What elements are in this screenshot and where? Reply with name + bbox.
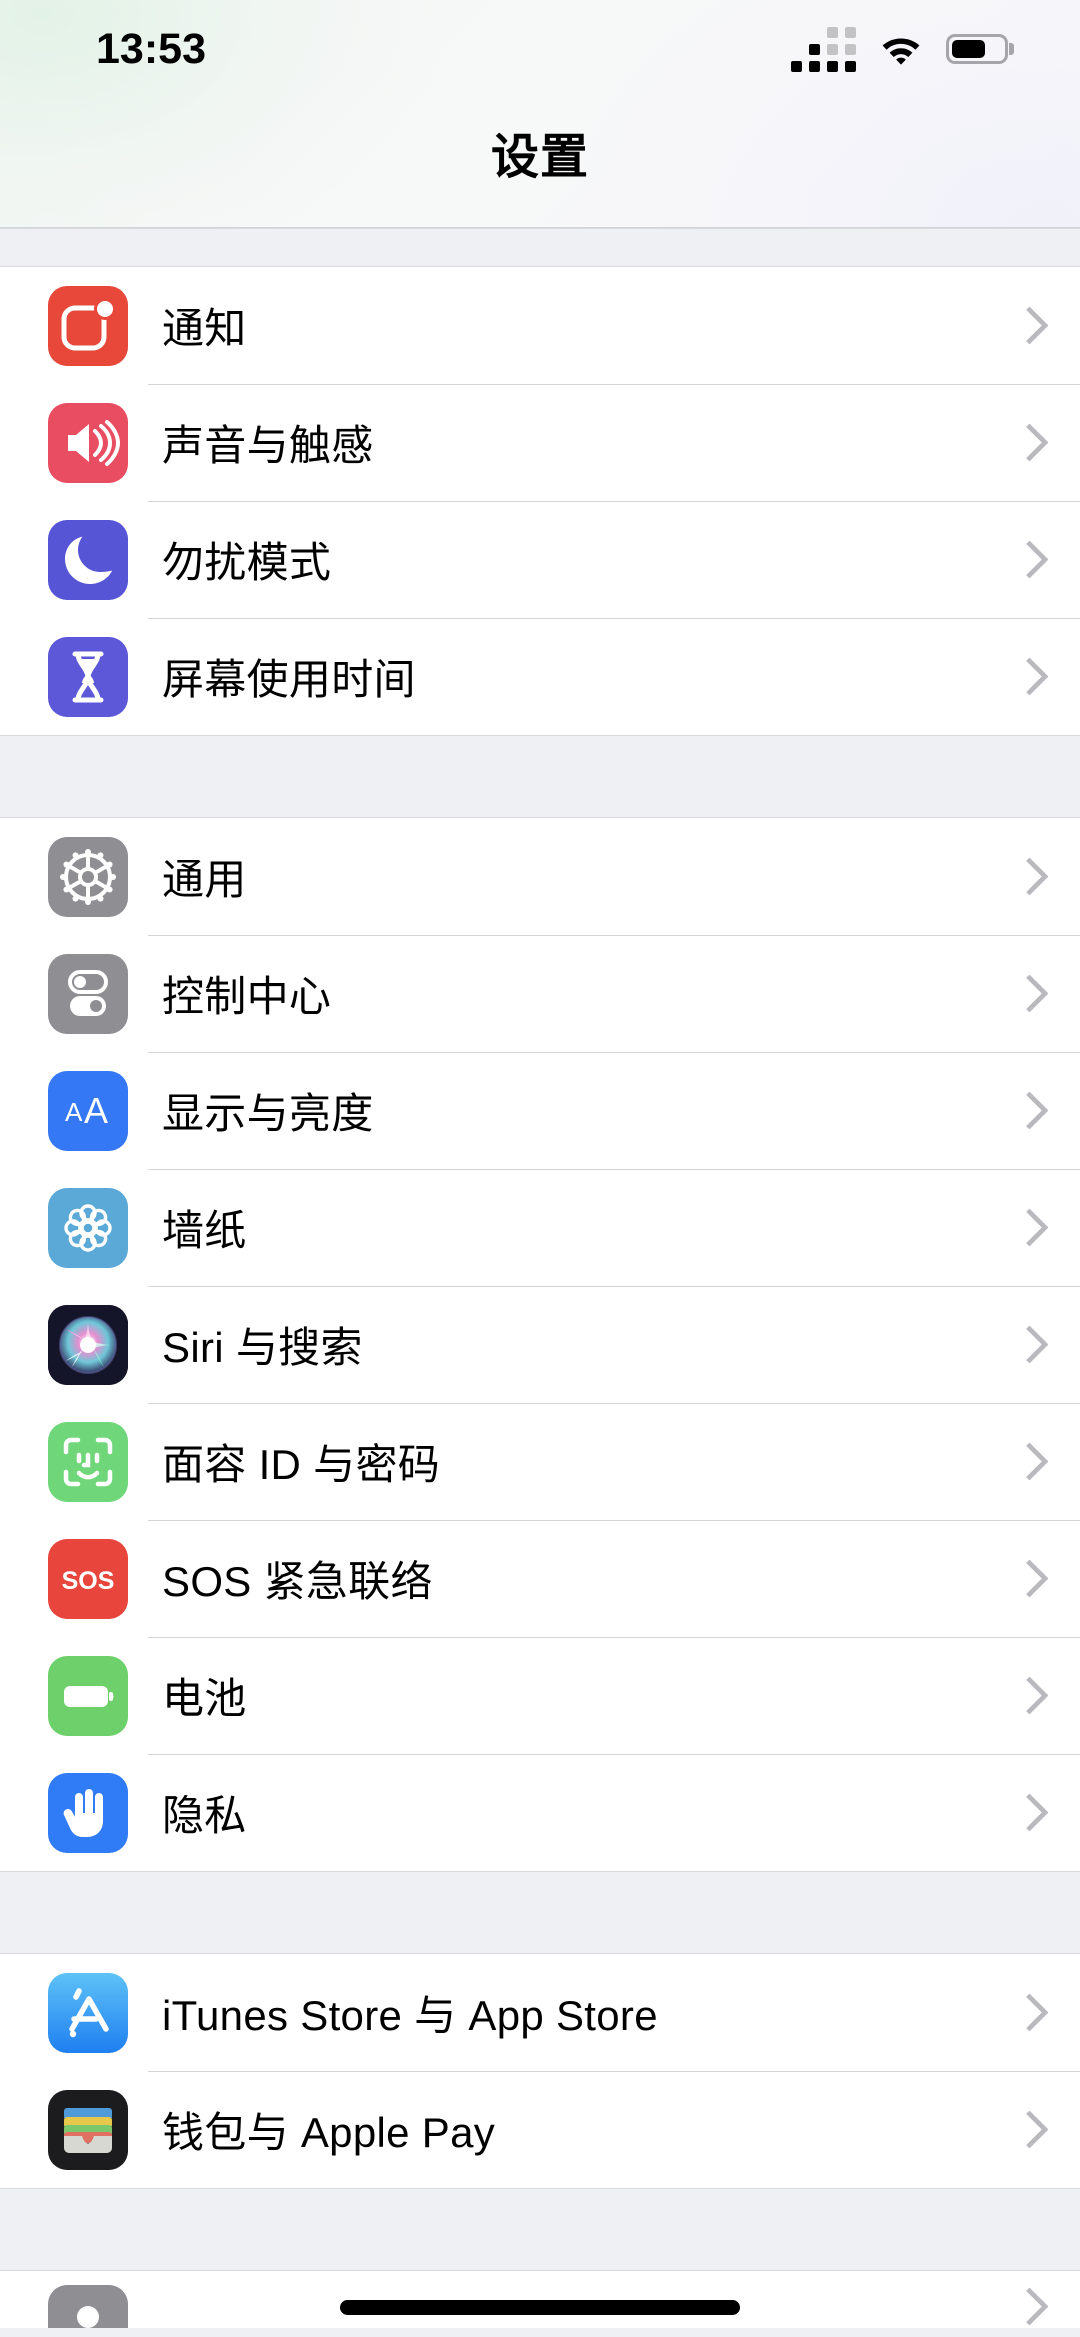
cellular-signal-icon [791, 26, 856, 72]
settings-group-system: 通用 控制中心 A A 显示与亮度 墙纸 Siri 与搜索 面容 ID 与密码 … [0, 818, 1080, 1871]
settings-row-label: 钱包与 Apple Pay [162, 2109, 496, 2156]
battery-icon [946, 34, 1008, 64]
settings-row-label: Siri 与搜索 [162, 1324, 363, 1371]
chevron-right-icon [1014, 304, 1040, 348]
chevron-right-icon [1014, 1206, 1040, 1250]
home-indicator[interactable] [340, 2300, 740, 2315]
header: 13:53 设置 [0, 0, 1080, 228]
group-spacer [0, 228, 1080, 267]
settings-row-label: 墙纸 [162, 1207, 247, 1254]
settings-screen: 13:53 设置 通知 声音与触感 勿扰模式 屏幕使用时间 通用 控制中心 A … [0, 0, 1080, 2337]
group-spacer [0, 1871, 1080, 1954]
screen-time-icon [48, 636, 128, 717]
settings-group-stores: iTunes Store 与 App Store 钱包与 Apple Pay [0, 1954, 1080, 2188]
chevron-right-icon [1014, 1089, 1040, 1133]
chevron-right-icon [1014, 1991, 1040, 2035]
settings-row-label: SOS 紧急联络 [162, 1558, 433, 1605]
settings-row-sounds-haptics[interactable]: 声音与触感 [0, 384, 1080, 501]
app-store-icon [48, 1972, 128, 2053]
chevron-right-icon [1014, 1557, 1040, 1601]
status-bar-time: 13:53 [96, 24, 206, 73]
svg-text:A: A [84, 1090, 108, 1131]
settings-row-label: 显示与亮度 [162, 1090, 374, 1137]
chevron-right-icon [1014, 972, 1040, 1016]
chevron-right-icon [1014, 855, 1040, 899]
group-spacer [0, 735, 1080, 818]
settings-row-itunes-app-store[interactable]: iTunes Store 与 App Store [0, 1954, 1080, 2071]
settings-row-emergency-sos[interactable]: SOS SOS 紧急联络 [0, 1520, 1080, 1637]
chevron-right-icon [1014, 655, 1040, 699]
settings-row-label: 通知 [162, 305, 247, 352]
chevron-right-icon [1014, 1791, 1040, 1835]
face-id-icon [48, 1421, 128, 1502]
settings-row-label: 隐私 [162, 1792, 247, 1839]
svg-text:A: A [65, 1097, 83, 1127]
settings-row-wallpaper[interactable]: 墙纸 [0, 1169, 1080, 1286]
settings-list: 通知 声音与触感 勿扰模式 屏幕使用时间 通用 控制中心 A A 显示与亮度 墙… [0, 228, 1080, 2328]
settings-row-label: 声音与触感 [162, 422, 374, 469]
settings-row-label: 电池 [162, 1675, 247, 1722]
chevron-right-icon [1014, 538, 1040, 582]
settings-row-notifications[interactable]: 通知 [0, 267, 1080, 384]
settings-row-label: 面容 ID 与密码 [162, 1441, 441, 1488]
settings-row-privacy[interactable]: 隐私 [0, 1754, 1080, 1871]
settings-row-label: 通用 [162, 856, 247, 903]
notifications-icon [48, 285, 128, 366]
wallpaper-icon [48, 1187, 128, 1268]
settings-row-label: 屏幕使用时间 [162, 656, 416, 703]
settings-row-label: 勿扰模式 [162, 539, 332, 586]
settings-row-face-id-passcode[interactable]: 面容 ID 与密码 [0, 1403, 1080, 1520]
sounds-haptics-icon [48, 402, 128, 483]
settings-row-siri-search[interactable]: Siri 与搜索 [0, 1286, 1080, 1403]
chevron-right-icon [1014, 1674, 1040, 1718]
chevron-right-icon [1014, 2108, 1040, 2152]
settings-row-screen-time[interactable]: 屏幕使用时间 [0, 618, 1080, 735]
settings-row-do-not-disturb[interactable]: 勿扰模式 [0, 501, 1080, 618]
emergency-sos-icon: SOS [48, 1538, 128, 1619]
passwords-accounts-icon [48, 2285, 128, 2328]
status-bar: 13:53 [0, 0, 1080, 92]
chevron-right-icon [1014, 421, 1040, 465]
do-not-disturb-icon [48, 519, 128, 600]
battery-settings-icon [48, 1655, 128, 1736]
wifi-icon [878, 32, 924, 66]
settings-row-label: 控制中心 [162, 973, 332, 1020]
settings-row-display-brightness[interactable]: A A 显示与亮度 [0, 1052, 1080, 1169]
status-bar-indicators [791, 21, 1008, 72]
settings-row-wallet-apple-pay[interactable]: 钱包与 Apple Pay [0, 2071, 1080, 2188]
siri-search-icon [48, 1304, 128, 1385]
chevron-right-icon [1014, 1440, 1040, 1484]
privacy-hand-icon [48, 1772, 128, 1853]
control-center-icon [48, 953, 128, 1034]
general-gear-icon [48, 836, 128, 917]
settings-row-battery[interactable]: 电池 [0, 1637, 1080, 1754]
chevron-right-icon [1014, 1323, 1040, 1367]
settings-row-control-center[interactable]: 控制中心 [0, 935, 1080, 1052]
settings-group-notifications: 通知 声音与触感 勿扰模式 屏幕使用时间 [0, 267, 1080, 735]
group-spacer [0, 2188, 1080, 2271]
page-title: 设置 [490, 131, 589, 184]
display-brightness-icon: A A [48, 1070, 128, 1151]
wallet-apple-pay-icon [48, 2089, 128, 2170]
svg-text:SOS: SOS [62, 1567, 115, 1595]
settings-row-label: iTunes Store 与 App Store [162, 1992, 658, 2039]
chevron-right-icon [1014, 2285, 1040, 2328]
settings-row-general[interactable]: 通用 [0, 818, 1080, 935]
